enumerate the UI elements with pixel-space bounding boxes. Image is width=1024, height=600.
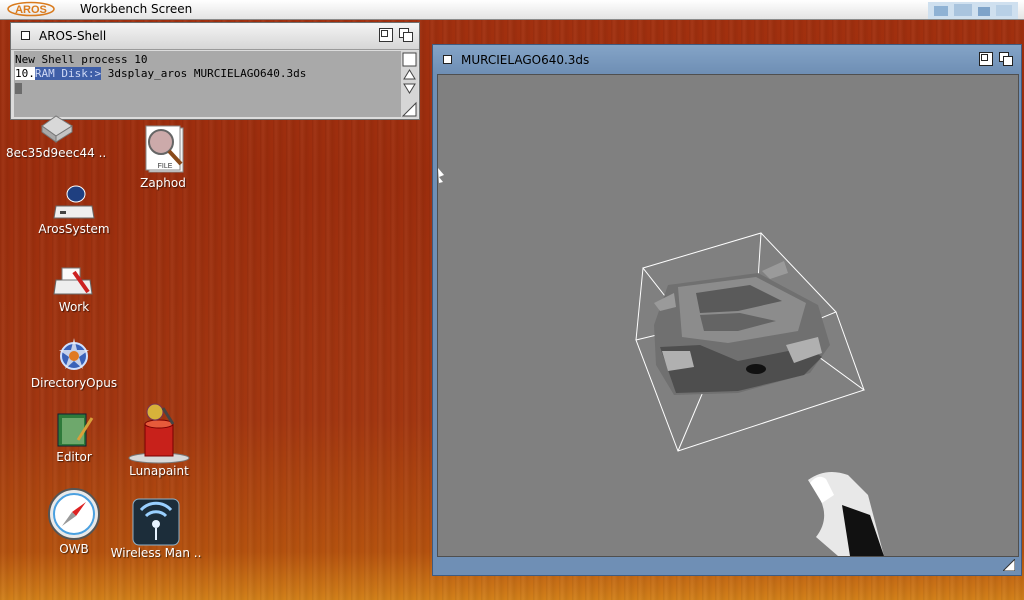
icon-label: Editor	[56, 450, 92, 464]
pointer-icon	[438, 168, 444, 183]
icon-label: Work	[58, 300, 90, 314]
screen-title: Workbench Screen	[80, 2, 193, 16]
icon-label: Lunapaint	[129, 464, 189, 478]
desktop-icon-owb[interactable]: OWB	[44, 486, 104, 556]
console-line: New Shell process 10	[15, 53, 148, 66]
shell-title-bar[interactable]: AROS-Shell	[11, 23, 419, 50]
desktop-icon-wireless[interactable]: Wireless Man ..	[110, 498, 202, 560]
resize-icon	[401, 101, 417, 117]
desktop-icon-work[interactable]: Work	[40, 262, 108, 314]
prompt-path: RAM Disk:>	[34, 67, 102, 80]
shell-window-title: AROS-Shell	[39, 29, 107, 43]
3d-viewport[interactable]	[437, 74, 1019, 557]
depth-icon[interactable]	[999, 52, 1013, 66]
cursor-line	[15, 81, 405, 95]
icon-label: Wireless Man ..	[110, 546, 202, 560]
system-drive-icon	[53, 185, 95, 219]
resize-icon[interactable]	[1003, 559, 1015, 571]
close-icon[interactable]	[443, 55, 452, 64]
shell-window[interactable]: AROS-Shell New Shell process 10 10.RAM D…	[10, 22, 420, 120]
directory-opus-icon	[59, 338, 89, 370]
viewer-title-bar[interactable]: MURCIELAGO640.3ds	[433, 45, 1021, 73]
svg-text:FILE: FILE	[158, 163, 173, 170]
shell-console[interactable]: New Shell process 10 10.RAM Disk:> 3dspl…	[14, 51, 406, 117]
wireless-icon	[132, 498, 180, 546]
screen-depth-icon[interactable]	[924, 0, 1024, 19]
icon-label: ArosSystem	[38, 222, 110, 236]
icon-label: DirectoryOpus	[30, 376, 118, 390]
scroll-down-icon	[403, 83, 416, 94]
scroll-up-icon	[403, 69, 416, 80]
desktop-icon-directoryopus[interactable]: DirectoryOpus	[28, 336, 120, 390]
drive-icon	[41, 115, 73, 143]
shell-scrollbar[interactable]	[401, 51, 418, 118]
car-body	[654, 261, 830, 395]
viewer-window-title: MURCIELAGO640.3ds	[461, 53, 590, 67]
console-prompt-line: 10.RAM Disk:> 3dsplay_aros MURCIELAGO640…	[15, 67, 405, 81]
paint-icon	[128, 403, 190, 464]
car-model-render	[438, 168, 884, 556]
desktop-icon-drive[interactable]: 8ec35d9eec44 ..	[6, 112, 106, 160]
icon-label: OWB	[59, 542, 89, 556]
svg-text:AROS: AROS	[15, 4, 47, 16]
console-command: 3dsplay_aros MURCIELAGO640.3ds	[101, 67, 307, 80]
desktop-icon-arossystem[interactable]: ArosSystem	[28, 182, 120, 236]
viewer-window[interactable]: MURCIELAGO640.3ds	[432, 44, 1022, 576]
text-cursor	[15, 82, 22, 94]
work-drive-icon	[53, 267, 93, 295]
editor-icon	[57, 413, 94, 447]
desktop-icon-zaphod[interactable]: FILE Zaphod	[128, 124, 198, 190]
close-icon[interactable]	[21, 31, 30, 40]
desktop-icon-lunapaint[interactable]: Lunapaint	[124, 402, 194, 478]
zoom-icon[interactable]	[379, 28, 393, 42]
zoom-icon[interactable]	[979, 52, 993, 66]
swoosh-object	[808, 471, 884, 556]
icon-label: 8ec35d9eec44 ..	[6, 146, 107, 160]
desktop-icon-editor[interactable]: Editor	[40, 410, 108, 464]
prompt-number: 10.	[15, 67, 35, 80]
file-icon: FILE	[145, 125, 184, 173]
compass-icon	[48, 488, 100, 540]
aros-logo-icon[interactable]: AROS	[6, 1, 56, 17]
depth-icon[interactable]	[399, 28, 413, 42]
screen-title-bar[interactable]: AROS Workbench Screen	[0, 0, 1024, 20]
icon-label: Zaphod	[140, 176, 186, 190]
